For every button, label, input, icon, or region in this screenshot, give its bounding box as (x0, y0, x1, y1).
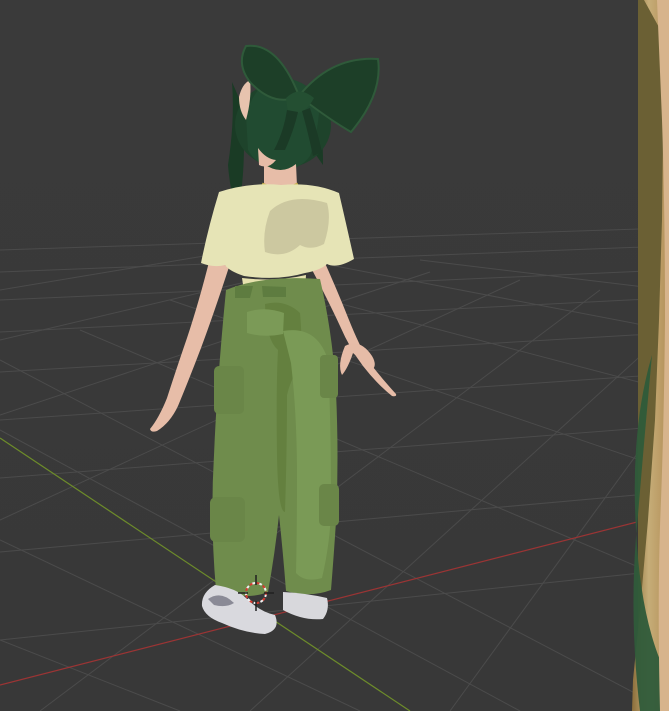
right-cargo-pocket (320, 355, 338, 398)
viewport-canvas[interactable] (0, 0, 669, 711)
3d-viewport[interactable] (0, 0, 669, 711)
left-cargo-pocket (214, 366, 244, 414)
